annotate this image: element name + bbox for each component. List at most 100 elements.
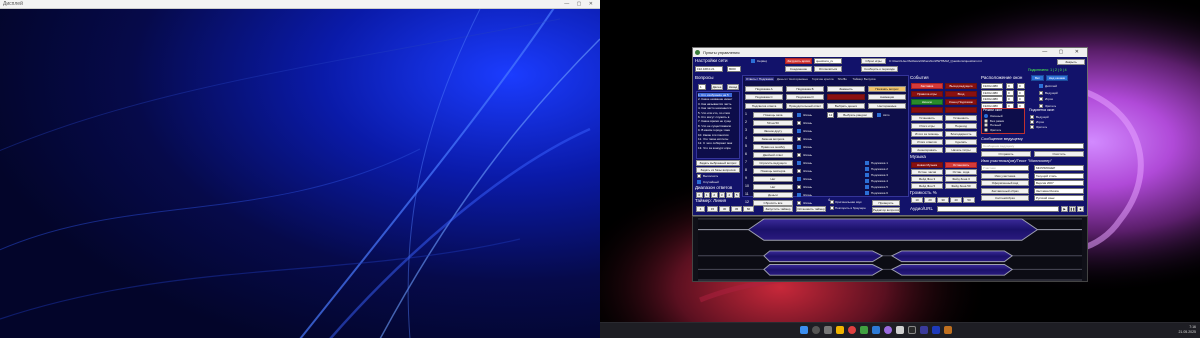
answer-range-button[interactable]: 5 (733, 192, 740, 198)
event-button[interactable]: Правила игры (911, 91, 943, 97)
event-button[interactable]: Итоги ответов (911, 139, 943, 145)
lifeline-button[interactable]: Замена вопроса (753, 136, 793, 142)
app-icon-purple[interactable] (884, 326, 892, 334)
volume-button[interactable]: 40 (950, 197, 962, 203)
control-panel-titlebar[interactable]: Пульты управления — ▢ ✕ (693, 48, 1087, 57)
participant-field[interactable]: Костюм/образ (981, 195, 1029, 201)
participant-field[interactable]: Имя участника (981, 172, 1029, 179)
answer-action-button[interactable]: Анимация (868, 94, 906, 100)
lifeline-checkbox[interactable] (797, 113, 801, 117)
tab-4[interactable]: Таймер Выпуска (852, 77, 875, 81)
above-windows-button[interactable]: Над окнами (1046, 75, 1068, 81)
connect-button[interactable]: Соединение (785, 66, 812, 72)
event-button[interactable] (911, 107, 943, 113)
file-explorer-icon[interactable] (836, 326, 844, 334)
original-sound-checkbox[interactable] (830, 200, 834, 204)
tab-1[interactable]: Деньги / Несгораемые (777, 77, 808, 81)
store-icon[interactable] (872, 326, 880, 334)
lifeline-button[interactable]: Нет (753, 176, 793, 182)
questions-file-input[interactable]: questions_ru (814, 58, 842, 64)
lifeline-button[interactable]: Право на ошибку (753, 144, 793, 150)
lifeline-button[interactable]: Звонок другу (753, 128, 793, 134)
app-icon-orange[interactable] (944, 326, 952, 334)
event-button[interactable]: Установить (945, 115, 977, 121)
music-button[interactable]: Новая Музыка (911, 162, 943, 168)
question-list-item[interactable]: 9. В каком городе тоже (698, 128, 732, 132)
answer-action-button[interactable]: Принудительный ответ (786, 103, 824, 109)
participant-value[interactable]: Заставка Russia (1034, 187, 1084, 194)
disconnect-button[interactable]: Отключиться (814, 66, 842, 72)
layout-checkbox[interactable] (1039, 103, 1043, 108)
random-pick-button[interactable]: Выбрать рандом (837, 112, 873, 118)
app-icon-white[interactable] (896, 326, 904, 334)
display-taskbar-icon[interactable] (932, 326, 940, 334)
participant-field[interactable]: Участник (981, 165, 1029, 171)
answer-action-button[interactable]: Заменить (827, 86, 865, 92)
lifeline-button[interactable]: Деньги (753, 192, 793, 198)
answer-action-button[interactable]: Подсветка ответа (745, 103, 783, 109)
lifeline-checkbox[interactable] (797, 185, 801, 189)
tab-3[interactable]: Shuffle (838, 77, 847, 81)
message-input[interactable]: Сообщение ведущему (981, 143, 1084, 149)
timer-value-button[interactable]: 60 (743, 206, 754, 212)
event-button[interactable]: Анонсировать (911, 147, 943, 153)
window-mode-radio[interactable] (984, 127, 988, 132)
volume-button[interactable]: 50 (963, 197, 975, 203)
question-editor-button[interactable]: Редактор вопросов (872, 207, 900, 213)
close-button[interactable]: Закрыть (1057, 59, 1085, 65)
report-transition-button[interactable]: Сообщить о переходе (861, 66, 898, 72)
start-timer-button[interactable]: Запустить таймер (763, 206, 793, 212)
browser-icon[interactable] (848, 326, 856, 334)
participant-value[interactable]: МИЛЛИОНЕР (1034, 165, 1084, 171)
hint-checkbox[interactable] (865, 185, 869, 189)
lifeline-checkbox[interactable] (797, 121, 801, 125)
window-controls-icon[interactable]: — ▢ ✕ (1042, 49, 1084, 55)
event-button[interactable]: Установить (911, 115, 943, 121)
offset-x-input[interactable]: 0 (1006, 96, 1014, 102)
lifeline-checkbox[interactable] (797, 153, 801, 157)
music-button[interactable]: Остановить (945, 162, 977, 168)
start-icon[interactable] (800, 326, 808, 334)
event-button[interactable]: Благодарность (945, 131, 977, 137)
stop-icon[interactable]: ■ (1077, 206, 1084, 212)
answer-number-input[interactable]: 12 (827, 112, 834, 118)
answer-action-button[interactable]: Несгораемые (868, 103, 906, 109)
lifeline-checkbox[interactable] (797, 129, 801, 133)
stop-timer-button[interactable]: Остановить таймер (796, 206, 826, 212)
lifeline-button[interactable]: Сбросить все (753, 200, 793, 206)
lifeline-checkbox[interactable] (797, 177, 801, 181)
event-button[interactable]: Переход (945, 123, 977, 129)
answer-action-button[interactable]: Подсказка Б (786, 86, 824, 92)
lifeline-button[interactable]: Двойной ответ (753, 152, 793, 158)
participant-field[interactable]: Оформленный вид (981, 180, 1029, 186)
resolution-input[interactable]: 1920x1080 (981, 89, 1003, 96)
hint-checkbox[interactable] (865, 167, 869, 171)
task-view-icon[interactable] (824, 326, 832, 334)
event-button[interactable]: Заставка (911, 83, 943, 89)
question-list-item[interactable]: 13. Что за конкурс опре (698, 146, 732, 150)
lifeline-checkbox[interactable] (797, 145, 801, 149)
tray-clock[interactable]: 7:16 21.05.2025 (1178, 325, 1196, 335)
hint-checkbox[interactable] (865, 161, 869, 165)
volume-button[interactable]: 30 (937, 197, 949, 203)
participant-field[interactable]: Заставочный образ (981, 187, 1029, 194)
send-message-button[interactable]: Отправить (981, 151, 1031, 157)
terminal-icon[interactable] (908, 326, 916, 334)
lifeline-button[interactable]: Нет (753, 184, 793, 190)
display-window-titlebar[interactable]: Дисплей — ▢ ✕ (0, 0, 600, 9)
next-question-button[interactable]: Далее (711, 84, 723, 90)
lifeline-checkbox[interactable] (797, 137, 801, 141)
ip-input[interactable]: 192.168.0.21 (695, 66, 723, 72)
lifeline-checkbox[interactable] (797, 161, 801, 165)
highlight-checkbox[interactable] (1030, 120, 1034, 124)
server-checkbox[interactable] (751, 59, 755, 63)
music-button[interactable]: Остан. часов (911, 169, 943, 175)
event-button[interactable]: Начало (911, 99, 943, 105)
auto-checkbox[interactable] (877, 113, 881, 117)
port-input[interactable]: 8000 (727, 66, 741, 72)
reset-game-button[interactable]: Сброс игры (861, 58, 886, 64)
play-icon[interactable]: ▶ (1061, 206, 1068, 212)
repeat-browser-checkbox[interactable] (830, 206, 834, 210)
lifeline-button[interactable]: Помощь зала (753, 112, 793, 118)
participant-value[interactable]: Версия 2007 (1034, 180, 1084, 186)
